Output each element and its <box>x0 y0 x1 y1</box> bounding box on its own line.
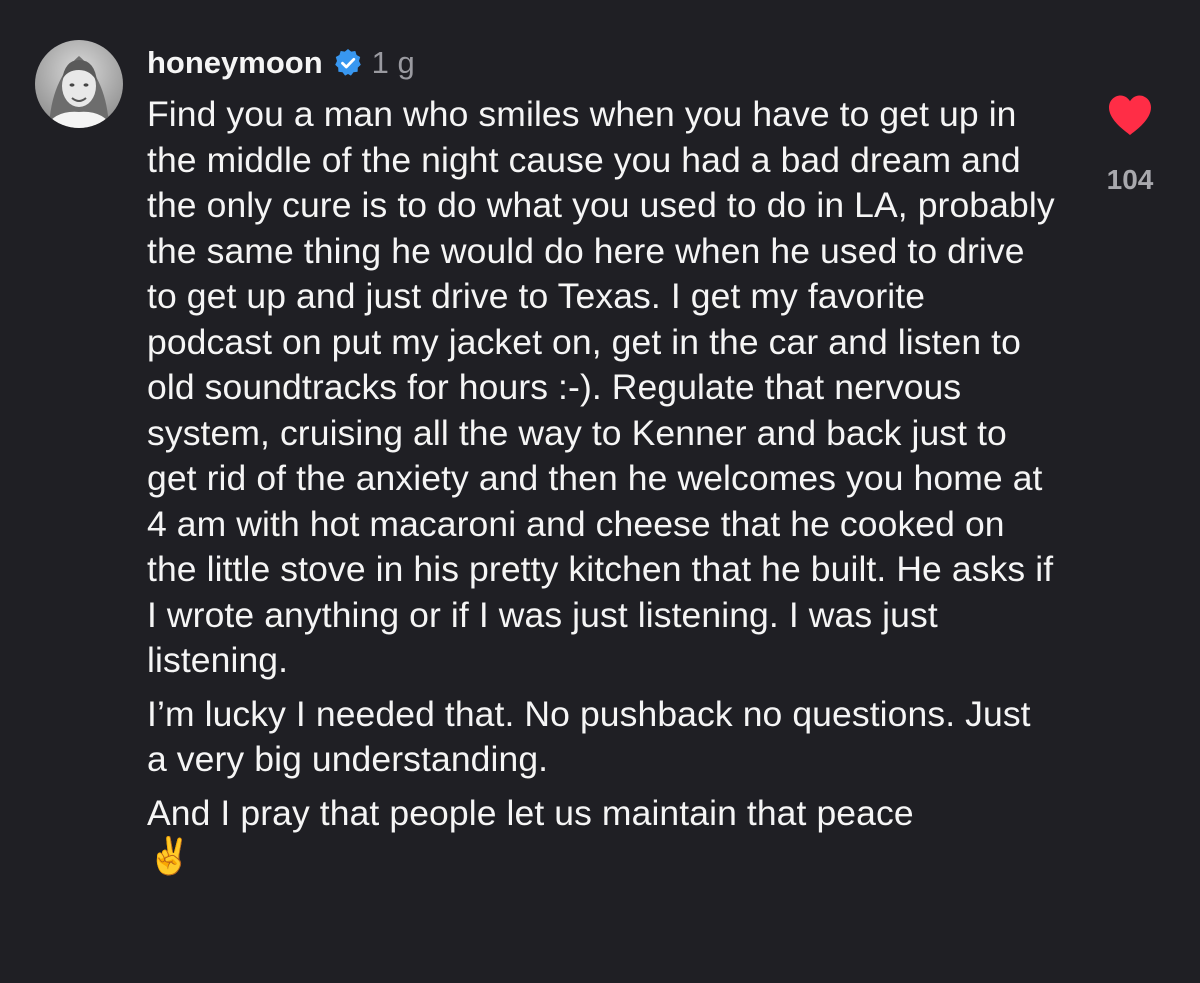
comment-body: Find you a man who smiles when you have … <box>147 92 1057 876</box>
timestamp: 1 g <box>371 45 415 80</box>
peace-emoji: ✌️ <box>147 835 192 876</box>
like-section: 104 <box>1090 92 1170 196</box>
comment-paragraph: And I pray that people let us maintain t… <box>147 792 914 833</box>
verified-badge-icon <box>333 48 363 78</box>
username[interactable]: honeymoon <box>147 45 323 81</box>
like-button[interactable] <box>1107 92 1153 136</box>
comment-header: honeymoon 1 g <box>147 41 415 85</box>
avatar[interactable] <box>35 40 123 128</box>
avatar-photo-icon <box>35 40 123 128</box>
heart-icon <box>1109 95 1151 135</box>
comment-paragraph: Find you a man who smiles when you have … <box>147 94 1055 680</box>
comment-paragraph: I’m lucky I needed that. No pushback no … <box>147 693 1031 780</box>
comment: honeymoon 1 g Find you a man who smiles … <box>0 0 1200 983</box>
like-count[interactable]: 104 <box>1107 164 1154 196</box>
